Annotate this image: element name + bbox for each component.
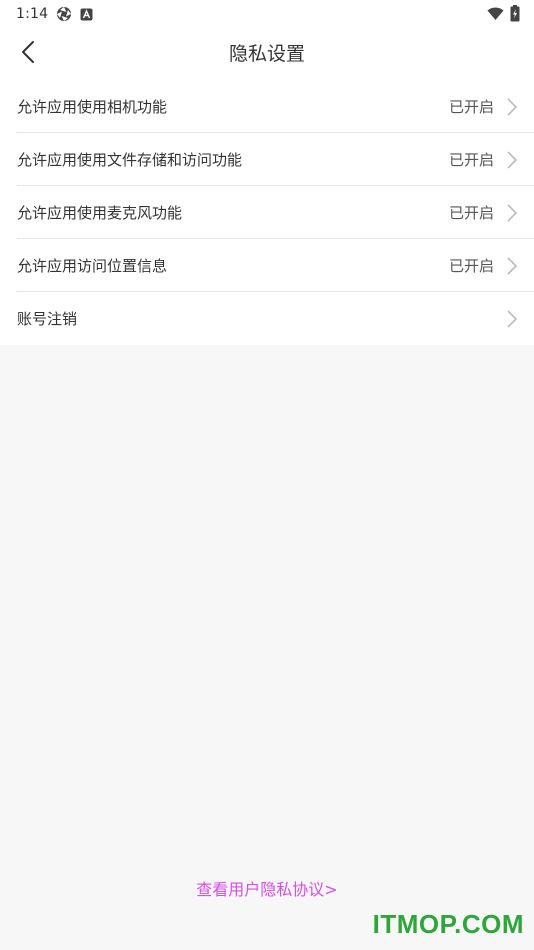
chevron-right-icon xyxy=(506,203,518,223)
status-time: 1:14 xyxy=(16,6,49,22)
setting-account-deletion[interactable]: 账号注销 xyxy=(0,292,534,345)
setting-status: 已开启 xyxy=(448,204,494,222)
setting-storage[interactable]: 允许应用使用文件存储和访问功能 已开启 xyxy=(0,133,534,186)
chevron-right-icon xyxy=(506,256,518,276)
setting-label: 允许应用使用相机功能 xyxy=(17,98,168,116)
setting-status: 已开启 xyxy=(448,98,494,116)
chevron-right-icon xyxy=(506,309,518,329)
privacy-agreement-link[interactable]: 查看用户隐私协议> xyxy=(0,876,534,900)
a-badge-icon xyxy=(80,8,93,21)
setting-microphone[interactable]: 允许应用使用麦克风功能 已开启 xyxy=(0,186,534,239)
setting-label: 允许应用使用麦克风功能 xyxy=(17,204,183,222)
status-bar: 1:14 xyxy=(0,0,534,28)
setting-camera[interactable]: 允许应用使用相机功能 已开启 xyxy=(0,80,534,133)
setting-location[interactable]: 允许应用访问位置信息 已开启 xyxy=(0,239,534,292)
battery-charging-icon xyxy=(510,5,520,26)
setting-status: 已开启 xyxy=(448,257,494,275)
setting-label: 允许应用访问位置信息 xyxy=(17,257,168,275)
chevron-right-icon xyxy=(506,150,518,170)
setting-label: 允许应用使用文件存储和访问功能 xyxy=(17,151,243,169)
app-header: 隐私设置 xyxy=(0,28,534,80)
setting-status: 已开启 xyxy=(448,151,494,169)
watermark: ITMOP.COM xyxy=(372,909,524,939)
chevron-right-icon xyxy=(506,97,518,117)
wifi-icon xyxy=(487,6,504,25)
aperture-icon xyxy=(56,6,72,22)
settings-list: 允许应用使用相机功能 已开启 允许应用使用文件存储和访问功能 已开启 允许应用使… xyxy=(0,80,534,345)
page-title: 隐私设置 xyxy=(228,43,305,65)
setting-label: 账号注销 xyxy=(17,310,78,328)
